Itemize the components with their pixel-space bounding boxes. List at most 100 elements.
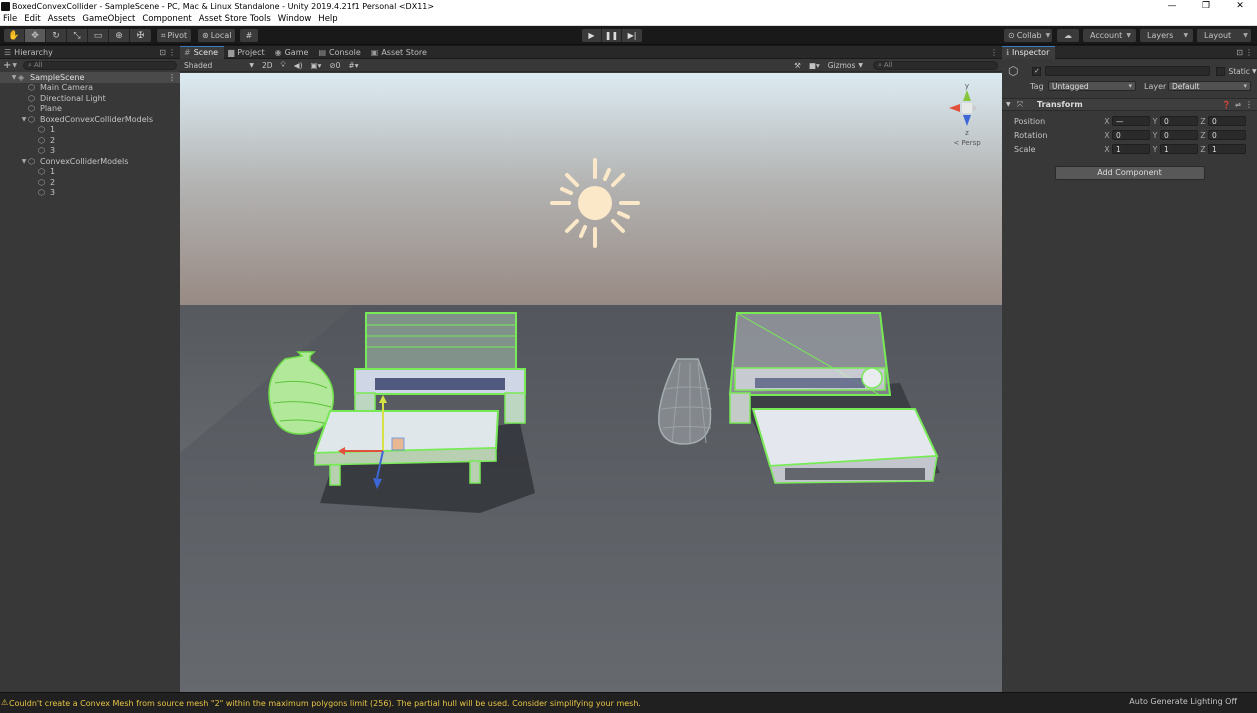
rect-tool-icon[interactable]: ▭: [88, 29, 109, 42]
menu-edit[interactable]: Edit: [21, 14, 44, 24]
chevron-down-icon[interactable]: ▼: [1252, 68, 1257, 75]
account-dropdown[interactable]: Account ▼: [1083, 29, 1136, 42]
collab-dropdown[interactable]: ⊙ Collab ▼: [1004, 29, 1052, 42]
scale-tool-icon[interactable]: ⤡: [67, 29, 88, 42]
persp-label[interactable]: < Persp: [953, 139, 981, 147]
lighting-toggle-icon[interactable]: 💡︎: [277, 60, 290, 70]
position-x-field[interactable]: —: [1112, 116, 1150, 126]
scale-x-field[interactable]: 1: [1112, 144, 1150, 154]
active-checkbox[interactable]: ✓: [1032, 66, 1042, 76]
chevron-down-icon: ▼: [1243, 32, 1248, 39]
tab-console[interactable]: ▤ Console: [314, 46, 366, 59]
local-toggle[interactable]: ⊛ Local: [198, 29, 236, 42]
chevron-down-icon[interactable]: ▼: [10, 74, 18, 81]
chevron-down-icon[interactable]: ▼: [20, 116, 28, 123]
hierarchy-item[interactable]: ⬡ 3: [0, 188, 180, 199]
add-component-button[interactable]: Add Component: [1054, 166, 1205, 180]
rotation-y-field[interactable]: 0: [1160, 130, 1198, 140]
menu-component[interactable]: Component: [139, 14, 195, 24]
rotation-z-field[interactable]: 0: [1208, 130, 1246, 140]
custom-tool-icon[interactable]: ✠: [130, 29, 151, 42]
scale-y-field[interactable]: 1: [1160, 144, 1198, 154]
hierarchy-item[interactable]: ⬡ 2: [0, 177, 180, 188]
minimize-button[interactable]: —: [1155, 0, 1189, 12]
cube-icon: ⬡: [28, 114, 35, 124]
tab-scene[interactable]: # Scene: [180, 45, 225, 59]
status-message[interactable]: Couldn't create a Convex Mesh from sourc…: [9, 699, 641, 708]
layer-dropdown[interactable]: Default: [1168, 81, 1251, 91]
rotate-tool-icon[interactable]: ↻: [46, 29, 67, 42]
shading-mode-dropdown[interactable]: Shaded ▼: [180, 60, 258, 70]
scale-z-field[interactable]: 1: [1208, 144, 1246, 154]
kebab-menu-icon[interactable]: ⋮: [1245, 100, 1253, 109]
hand-tool-icon[interactable]: ✋: [4, 29, 25, 42]
lock-icon[interactable]: ⊡: [1236, 48, 1243, 57]
layout-dropdown[interactable]: Layout ▼: [1197, 29, 1251, 42]
static-checkbox[interactable]: [1216, 66, 1226, 76]
hierarchy-item[interactable]: ⬡ 1: [0, 125, 180, 136]
scene-view-camera-icon[interactable]: ⚒: [790, 60, 805, 70]
menu-gameobject[interactable]: GameObject: [79, 14, 139, 24]
gizmos-dropdown[interactable]: Gizmos ▼: [824, 60, 867, 70]
hierarchy-item[interactable]: ⬡ 3: [0, 146, 180, 157]
maximize-button[interactable]: ❐: [1189, 0, 1223, 12]
tab-game[interactable]: ◉ Game: [271, 46, 315, 59]
hierarchy-item[interactable]: ▼ ⬡ ConvexColliderModels: [0, 156, 180, 167]
pause-button[interactable]: ❚❚: [602, 29, 622, 42]
position-z-field[interactable]: 0: [1208, 116, 1246, 126]
menu-help[interactable]: Help: [315, 14, 341, 24]
chevron-down-icon[interactable]: ▼: [20, 158, 28, 165]
scene-search-input[interactable]: ⌕ All: [873, 60, 998, 70]
menu-asset-store-tools[interactable]: Asset Store Tools: [196, 14, 275, 24]
kebab-menu-icon[interactable]: ⋮: [990, 48, 998, 57]
kebab-menu-icon[interactable]: ⋮: [168, 48, 176, 57]
pivot-toggle[interactable]: ⌗ Pivot: [157, 29, 192, 42]
play-button[interactable]: ▶: [582, 29, 602, 42]
hierarchy-item[interactable]: ▼ ⬡ BoxedConvexColliderModels: [0, 114, 180, 125]
hierarchy-item[interactable]: ⬡ Main Camera: [0, 83, 180, 94]
add-icon[interactable]: +: [3, 60, 11, 71]
audio-toggle-icon[interactable]: ◀): [290, 60, 307, 70]
transform-header[interactable]: ▼ ⤧ Transform ❓ ⇌ ⋮: [1002, 98, 1257, 111]
menu-file[interactable]: File: [0, 14, 21, 24]
hierarchy-item[interactable]: ⬡ Directional Light: [0, 93, 180, 104]
position-y-field[interactable]: 0: [1160, 116, 1198, 126]
hierarchy-scene-row[interactable]: ▼ ◈ SampleScene ⋮: [0, 72, 180, 83]
tag-dropdown[interactable]: Untagged: [1048, 81, 1136, 91]
hierarchy-search-input[interactable]: ⌕ All: [23, 60, 177, 70]
gameobject-name-field[interactable]: [1045, 66, 1211, 76]
kebab-menu-icon[interactable]: ⋮: [1245, 48, 1253, 57]
lighting-status[interactable]: Auto Generate Lighting Off: [1129, 697, 1237, 706]
table-right-collider[interactable]: [751, 408, 939, 484]
chevron-down-icon[interactable]: ▼: [12, 62, 17, 69]
transform-tool-icon[interactable]: ⊕: [109, 29, 130, 42]
move-tool-icon[interactable]: ✥: [25, 29, 46, 42]
menu-window[interactable]: Window: [275, 14, 316, 24]
kebab-menu-icon[interactable]: ⋮: [168, 73, 176, 82]
hierarchy-item[interactable]: ⬡ 1: [0, 167, 180, 178]
tab-inspector[interactable]: ℹ Inspector: [1002, 45, 1056, 59]
tab-asset-store[interactable]: ▣ Asset Store: [367, 46, 433, 59]
step-button[interactable]: ▶|: [622, 29, 642, 42]
lock-icon[interactable]: ⊡: [159, 48, 166, 57]
close-button[interactable]: ✕: [1223, 0, 1257, 12]
hidden-objects-icon[interactable]: ⊘0: [325, 60, 344, 70]
tab-project[interactable]: ▆ Project: [224, 46, 271, 59]
toggle-2d-button[interactable]: 2D: [258, 60, 277, 70]
tab-hierarchy[interactable]: ☰ Hierarchy: [0, 46, 59, 59]
grid-snap-button[interactable]: #: [240, 29, 258, 42]
hierarchy-item[interactable]: ⬡ 2: [0, 135, 180, 146]
hierarchy-item[interactable]: ⬡ Plane: [0, 104, 180, 115]
camera-settings-icon[interactable]: ■▾: [805, 60, 824, 70]
layers-dropdown[interactable]: Layers ▼: [1140, 29, 1193, 42]
unity-scene-icon: ◈: [18, 72, 25, 82]
cloud-button[interactable]: ☁: [1057, 29, 1079, 42]
scene-viewport[interactable]: y z < Persp: [180, 73, 1002, 692]
preset-icon[interactable]: ⇌: [1235, 101, 1241, 109]
rotation-x-field[interactable]: 0: [1112, 130, 1150, 140]
help-icon[interactable]: ❓: [1222, 101, 1231, 109]
menu-assets[interactable]: Assets: [45, 14, 80, 24]
grid-toggle-icon[interactable]: #▾: [344, 60, 362, 70]
layout-label: Layout: [1204, 31, 1232, 40]
effects-dropdown-icon[interactable]: ▣▾: [307, 60, 326, 70]
